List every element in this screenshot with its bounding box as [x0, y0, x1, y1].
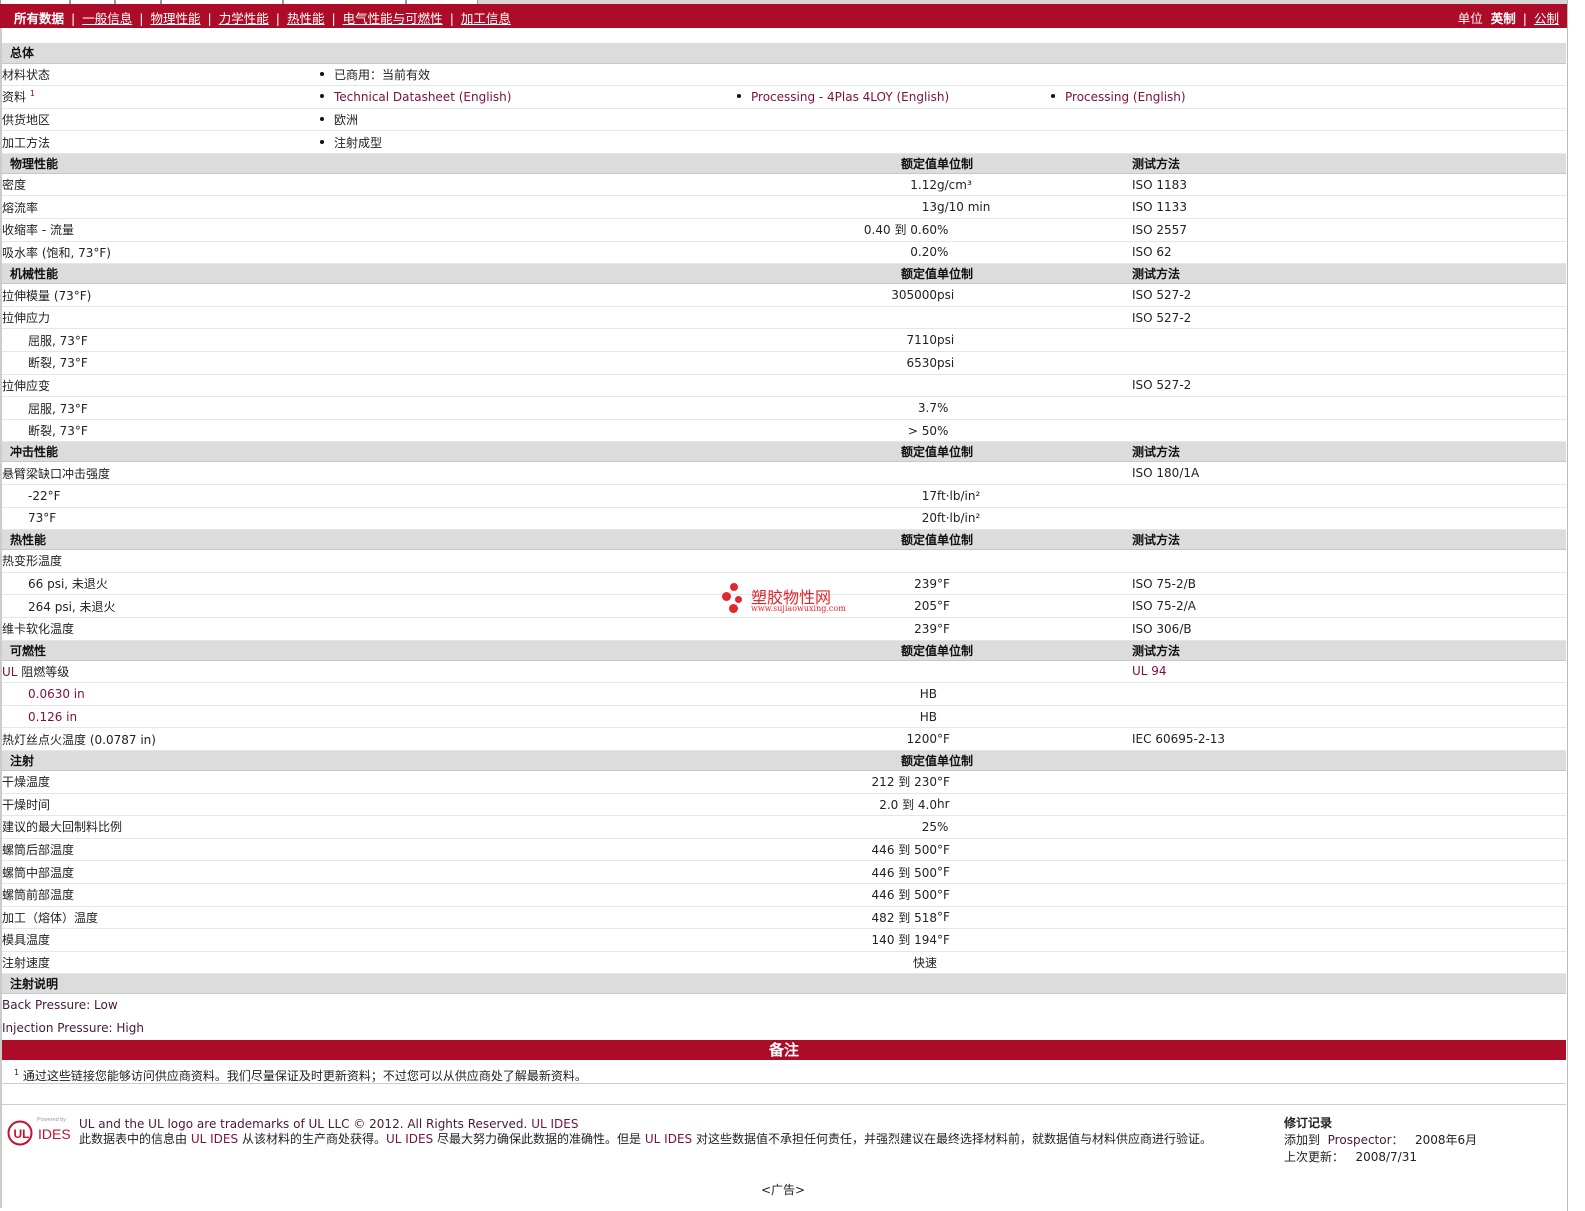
row-stress-break: 断裂, 73°F 6530 psi: [2, 351, 1567, 375]
units-metric-link[interactable]: 公制: [1534, 11, 1559, 26]
row-izod-minus22: -22°F 17 ft·lb/in²: [2, 484, 1567, 508]
row-supply-region: 供货地区 欧洲: [2, 108, 1567, 132]
section-injection-notes: 注射说明: [2, 973, 1567, 995]
tab-physical[interactable]: 物理性能: [150, 11, 200, 26]
datasheet-page: 所有数据 | 一般信息 | 物理性能 | 力学性能 | 热性能 | 电气性能与可燃性 | 加工信息 单位…: [0, 0, 1585, 1211]
section-flammability: 可燃性 额定值 单位制 测试方法: [2, 640, 1567, 661]
remarks-header: 备注: [2, 1040, 1566, 1060]
section-mechanical: 机械性能 额定值 单位制 测试方法: [2, 263, 1567, 285]
footer: UL IDES Powered by UL and the UL logo ar…: [2, 1104, 1566, 1170]
row-max-regrind: 建议的最大回制料比例 25 %: [2, 815, 1567, 839]
watermark-dot: [729, 604, 738, 613]
ul-link[interactable]: UL: [2, 665, 17, 679]
watermark: 塑胶物性网 www.sujiaowuxing.com: [722, 583, 862, 617]
unit-switch: 单位 英制 | 公制: [1457, 11, 1559, 26]
row-gwit: 热灯丝点火温度 (0.0787 in) 1200 °F IEC 60695-2-…: [2, 727, 1567, 751]
tab-mechanical[interactable]: 力学性能: [219, 11, 269, 26]
tab-all-data[interactable]: 所有数据: [14, 11, 64, 26]
ul94-link[interactable]: UL 94: [1132, 664, 1167, 678]
ul-ides-logo: UL IDES Powered by: [6, 1115, 74, 1146]
section-injection: 注射 额定值 单位制: [2, 750, 1567, 771]
ul-ides-link[interactable]: UL IDES: [386, 1132, 433, 1146]
remarks-footnote: 1 通过这些链接您能够访问供应商资料。我们尽量保证及时更新资料；不过您可以从供应…: [2, 1062, 1566, 1084]
watermark-dot: [722, 592, 731, 601]
row-shrinkage: 收缩率 - 流量 0.40 到 0.60 % ISO 2557: [2, 218, 1567, 242]
row-tensile-stress: 拉伸应力 ISO 527-2: [2, 306, 1567, 330]
row-middle-temp: 螺筒中部温度 446 到 500 °F: [2, 860, 1567, 884]
units-label: 单位: [1457, 11, 1483, 26]
bullet-icon: [1051, 94, 1055, 99]
thickness-0126-link[interactable]: 0.126 in: [28, 710, 77, 724]
row-ul-rating: UL 阻燃等级 UL 94: [2, 660, 1567, 684]
bullet-icon: [320, 117, 324, 122]
advert-label: <广告>: [760, 1183, 806, 1197]
row-water-absorption: 吸水率 (饱和, 73°F) 0.20 % ISO 62: [2, 241, 1567, 265]
row-strain-break: 断裂, 73°F > 50 %: [2, 419, 1567, 443]
row-stress-yield: 屈服, 73°F 7110 psi: [2, 328, 1567, 353]
row-izod-73: 73°F 20 ft·lb/in²: [2, 507, 1567, 531]
ul-logo-icon: UL IDES Powered by: [7, 1117, 71, 1146]
row-izod-notched: 悬臂梁缺口冲击强度 ISO 180/1A: [2, 461, 1567, 485]
row-drying-time: 干燥时间 2.0 到 4.0 hr: [2, 793, 1567, 817]
section-thermal: 热性能 额定值 单位制 测试方法: [2, 529, 1567, 551]
row-back-pressure: Back Pressure: Low: [2, 998, 118, 1013]
section-impact: 冲击性能 额定值 单位制 测试方法: [2, 441, 1567, 463]
bullet-icon: [320, 94, 324, 99]
row-tensile-modulus: 拉伸模量 (73°F) 305000 psi ISO 527-2: [2, 283, 1567, 307]
row-drying-temp: 干燥温度 212 到 230 °F: [2, 770, 1567, 794]
watermark-dot: [735, 596, 742, 603]
watermark-dot: [730, 583, 738, 591]
ul-ides-link[interactable]: UL IDES: [191, 1132, 238, 1146]
section-tabs: 所有数据 | 一般信息 | 物理性能 | 力学性能 | 热性能 | 电气性能与可燃性 | 加工信息: [14, 11, 511, 26]
tab-general-info[interactable]: 一般信息: [82, 11, 132, 26]
tab-electrical-flammability[interactable]: 电气性能与可燃性: [343, 11, 443, 26]
bullet-icon: [320, 140, 324, 145]
ul-ides-link[interactable]: UL IDES: [645, 1132, 692, 1146]
row-ul-0063: 0.0630 in HB: [2, 682, 1567, 706]
right-scroll-edge: [1567, 0, 1585, 1211]
row-vicat: 维卡软化温度 239 °F ISO 306/B: [2, 617, 1567, 641]
row-mold-temp: 模具温度 140 到 194 °F: [2, 928, 1567, 952]
section-nav-bar: 所有数据 | 一般信息 | 物理性能 | 力学性能 | 热性能 | 电气性能与可燃性 | 加工信息 单位…: [0, 4, 1567, 28]
footer-disclaimer: UL and the UL logo are trademarks of UL …: [79, 1117, 1212, 1146]
doc-link-processing[interactable]: Processing (English): [1065, 90, 1186, 104]
section-physical: 物理性能 额定值 单位制 测试方法: [2, 153, 1567, 174]
row-material-status: 材料状态 已商用：当前有效: [2, 63, 1567, 87]
bullet-icon: [320, 72, 324, 77]
row-injection-pressure: Injection Pressure: High: [2, 1020, 144, 1035]
row-documents: 资料 1 Technical Datasheet (English) Proce…: [2, 85, 1567, 109]
ul-ides-link[interactable]: UL IDES: [531, 1117, 578, 1131]
doc-link-technical-datasheet[interactable]: Technical Datasheet (English): [334, 90, 511, 104]
row-front-temp: 螺筒前部温度 446 到 500 °F: [2, 883, 1567, 907]
doc-link-processing-4plas[interactable]: Processing - 4Plas 4LOY (English): [751, 90, 949, 104]
revision-history: 修订记录 添加到 Prospector： 2008年6月 上次更新： 2008/…: [1284, 1116, 1478, 1164]
row-process-method: 加工方法 注射成型: [2, 130, 1567, 154]
row-ul-0126: 0.126 in HB: [2, 705, 1567, 729]
property-table: 总体 材料状态 已商用：当前有效 资料 1 Technical Datashee…: [2, 43, 1567, 1039]
svg-text:Powered by: Powered by: [37, 1117, 66, 1123]
row-injection-rate: 注射速度 快速: [2, 951, 1567, 975]
tab-thermal[interactable]: 热性能: [287, 11, 325, 26]
units-english: 英制: [1490, 11, 1516, 26]
row-rear-temp: 螺筒后部温度 446 到 500 °F: [2, 838, 1567, 862]
section-general: 总体: [2, 43, 1567, 64]
row-density: 密度 1.12 g/cm³ ISO 1183: [2, 173, 1567, 197]
row-melt-flow: 熔流率 13 g/10 min ISO 1133: [2, 195, 1567, 220]
bullet-icon: [737, 94, 741, 99]
row-melt-temp: 加工（熔体）温度 482 到 518 °F: [2, 906, 1567, 930]
row-tensile-strain: 拉伸应变 ISO 527-2: [2, 374, 1567, 398]
row-strain-yield: 屈服, 73°F 3.7 %: [2, 396, 1567, 420]
svg-text:IDES: IDES: [38, 1126, 71, 1142]
thickness-0063-link[interactable]: 0.0630 in: [28, 687, 85, 701]
row-hdt: 热变形温度: [2, 549, 1567, 573]
svg-text:UL: UL: [14, 1127, 30, 1141]
tab-processing[interactable]: 加工信息: [461, 11, 511, 26]
watermark-url: www.sujiaowuxing.com: [751, 604, 846, 613]
